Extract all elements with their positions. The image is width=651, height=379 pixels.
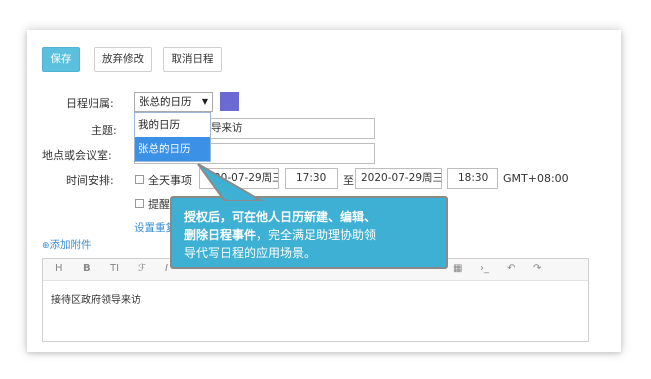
calendar-owner-label: 日程归属: xyxy=(66,97,114,110)
save-button[interactable]: 保存 xyxy=(42,47,80,72)
font-icon[interactable]: ℱ xyxy=(138,263,146,274)
timezone-label: GMT+08:00 xyxy=(503,172,569,185)
tooltip-line-2: 删除日程事件，完全满足助理协助领 xyxy=(184,228,377,242)
bold-icon[interactable]: B xyxy=(83,263,91,274)
end-date-input[interactable]: 2020-07-29周三 xyxy=(355,168,442,189)
time-label: 时间安排: xyxy=(66,174,114,187)
add-attachment-link[interactable]: ⊕添加附件 xyxy=(42,237,92,252)
heading-icon[interactable]: H xyxy=(55,263,63,274)
start-time-value: 17:30 xyxy=(296,172,327,184)
end-date-value: 2020-07-29周三 xyxy=(361,172,442,184)
paperclip-icon: ⊕ xyxy=(42,241,50,251)
rich-text-editor[interactable]: H B TI ℱ I ▦ ›_ ↶ ↷ 接待区政府领导来访 xyxy=(42,258,589,342)
feature-tooltip: 授权后，可在他人日历新建、编辑、 删除日程事件，完全满足助理协助领 导代写日程的… xyxy=(170,196,448,269)
calendar-owner-select[interactable]: 张总的日历 ▼ xyxy=(134,92,213,112)
start-time-input[interactable]: 17:30 xyxy=(285,168,338,189)
tooltip-line-3: 导代写日程的应用场景。 xyxy=(184,246,317,260)
allday-checkbox[interactable] xyxy=(135,175,144,184)
to-label: 至 xyxy=(343,174,354,187)
calendar-color-swatch[interactable] xyxy=(220,92,239,111)
discard-changes-button[interactable]: 放弃修改 xyxy=(94,47,152,72)
table-icon[interactable]: ▦ xyxy=(453,263,462,274)
dropdown-option-my-calendar[interactable]: 我的日历 xyxy=(135,113,210,137)
end-time-input[interactable]: 18:30 xyxy=(447,168,498,189)
end-time-value: 18:30 xyxy=(458,172,489,184)
calendar-owner-dropdown: 我的日历 张总的日历 xyxy=(134,112,211,162)
allday-label: 全天事项 xyxy=(148,174,192,187)
subject-label: 主题: xyxy=(91,124,117,137)
add-attachment-label: 添加附件 xyxy=(49,239,92,251)
remind-checkbox[interactable] xyxy=(135,199,144,208)
chevron-down-icon: ▼ xyxy=(201,97,208,106)
text-size-icon[interactable]: TI xyxy=(110,263,119,274)
tooltip-line-1: 授权后，可在他人日历新建、编辑、 xyxy=(184,210,377,224)
redo-icon[interactable]: ↷ xyxy=(533,263,541,274)
dropdown-option-zhang-calendar[interactable]: 张总的日历 xyxy=(135,137,210,161)
location-label: 地点或会议室: xyxy=(42,149,112,162)
editor-content[interactable]: 接待区政府领导来访 xyxy=(43,281,588,316)
italic-icon[interactable]: I xyxy=(165,263,168,274)
remind-label: 提醒 xyxy=(148,198,170,211)
subject-input-value: 导来访 xyxy=(211,122,243,134)
code-icon[interactable]: ›_ xyxy=(480,263,489,274)
calendar-owner-value: 张总的日历 xyxy=(139,96,192,108)
cancel-event-button[interactable]: 取消日程 xyxy=(163,47,222,72)
undo-icon[interactable]: ↶ xyxy=(507,263,515,274)
tooltip-arrow xyxy=(197,163,264,201)
